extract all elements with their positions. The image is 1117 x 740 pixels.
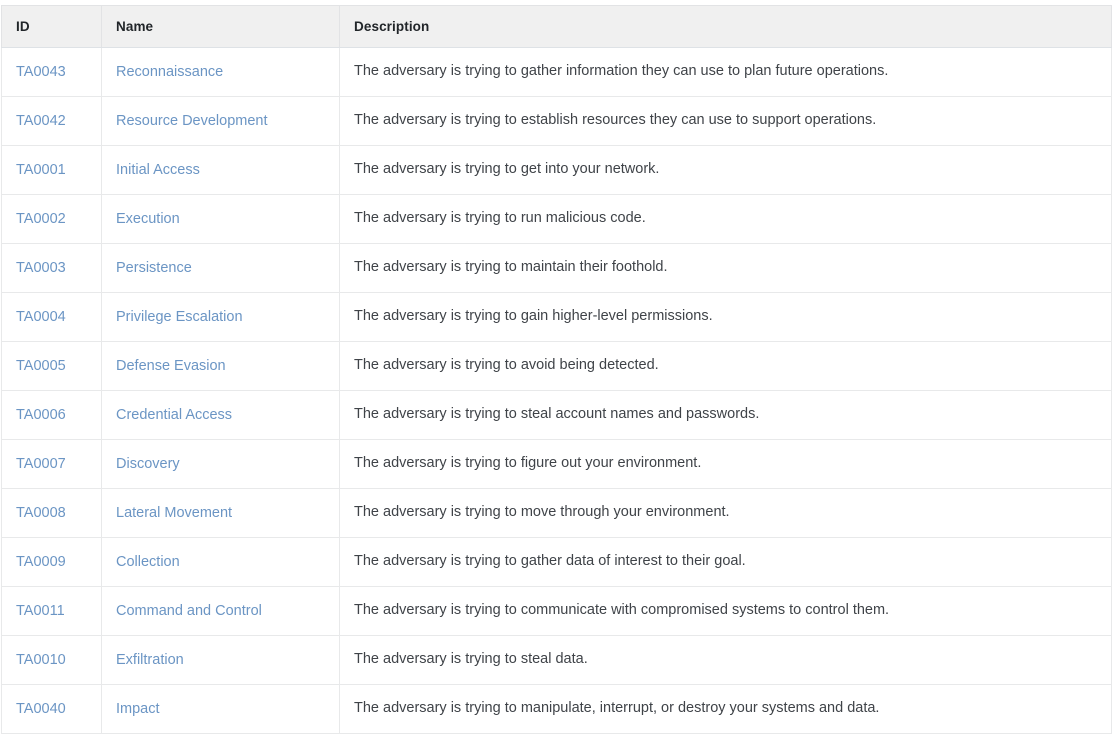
tactic-id-link[interactable]: TA0011 xyxy=(16,603,65,619)
tactic-name-link[interactable]: Initial Access xyxy=(116,162,200,178)
tactic-name-link[interactable]: Exfiltration xyxy=(116,652,184,668)
cell-name: Execution xyxy=(101,194,340,244)
cell-name: Command and Control xyxy=(101,586,340,636)
tactic-id-link[interactable]: TA0010 xyxy=(16,652,66,668)
table-row: TA0043 Reconnaissance The adversary is try… xyxy=(1,47,1112,97)
tactic-id-link[interactable]: TA0002 xyxy=(16,211,66,227)
cell-description: The adversary is trying to communicate w… xyxy=(339,586,1112,636)
column-header-description[interactable]: Description xyxy=(339,5,1112,48)
tactic-id-link[interactable]: TA0008 xyxy=(16,505,66,521)
cell-description: The adversary is trying to run malicious… xyxy=(339,194,1112,244)
cell-name: Defense Evasion xyxy=(101,341,340,391)
table-row: TA0001 Initial Access The adversary is try… xyxy=(1,145,1112,195)
table-row: TA0042 Resource Development The adversary … xyxy=(1,96,1112,146)
tactic-id-link[interactable]: TA0040 xyxy=(16,701,66,717)
table-row: TA0008 Lateral Movement The adversary is t… xyxy=(1,488,1112,538)
tactic-name-link[interactable]: Collection xyxy=(116,554,180,570)
cell-id: TA0008 xyxy=(1,488,102,538)
table-header: ID Name Description xyxy=(1,5,1112,48)
table-row: TA0006 Credential Access The adversary is … xyxy=(1,390,1112,440)
tactic-id-link[interactable]: TA0009 xyxy=(16,554,66,570)
tactic-id-link[interactable]: TA0001 xyxy=(16,162,66,178)
tactic-name-link[interactable]: Resource Development xyxy=(116,113,268,129)
cell-name: Initial Access xyxy=(101,145,340,195)
tactic-name-link[interactable]: Lateral Movement xyxy=(116,505,232,521)
tactic-id-link[interactable]: TA0042 xyxy=(16,113,66,129)
table-row: TA0040 Impact The adversary is trying to m… xyxy=(1,684,1112,734)
cell-id: TA0006 xyxy=(1,390,102,440)
table-row: TA0004 Privilege Escalation The adversary … xyxy=(1,292,1112,342)
tactic-name-link[interactable]: Defense Evasion xyxy=(116,358,226,374)
table-row: TA0009 Collection The adversary is trying … xyxy=(1,537,1112,587)
cell-name: Lateral Movement xyxy=(101,488,340,538)
cell-name: Resource Development xyxy=(101,96,340,146)
tactic-id-link[interactable]: TA0005 xyxy=(16,358,66,374)
cell-id: TA0040 xyxy=(1,684,102,734)
table-row: TA0011 Command and Control The adversary i… xyxy=(1,586,1112,636)
tactic-name-link[interactable]: Privilege Escalation xyxy=(116,309,243,325)
cell-name: Impact xyxy=(101,684,340,734)
table-body: TA0043 Reconnaissance The adversary is try… xyxy=(1,47,1112,734)
table-row: TA0002 Execution The adversary is trying t… xyxy=(1,194,1112,244)
cell-description: The adversary is trying to avoid being d… xyxy=(339,341,1112,391)
cell-id: TA0011 xyxy=(1,586,102,636)
cell-description: The adversary is trying to gather inform… xyxy=(339,47,1112,97)
page-container: ID Name Description TA0043 Reconnaissance… xyxy=(0,0,1117,740)
tactic-name-link[interactable]: Impact xyxy=(116,701,160,717)
cell-name: Collection xyxy=(101,537,340,587)
cell-name: Credential Access xyxy=(101,390,340,440)
cell-description: The adversary is trying to figure out yo… xyxy=(339,439,1112,489)
tactic-name-link[interactable]: Execution xyxy=(116,211,180,227)
cell-id: TA0043 xyxy=(1,47,102,97)
tactic-id-link[interactable]: TA0043 xyxy=(16,64,66,80)
cell-id: TA0042 xyxy=(1,96,102,146)
cell-name: Persistence xyxy=(101,243,340,293)
cell-description: The adversary is trying to move through … xyxy=(339,488,1112,538)
cell-name: Privilege Escalation xyxy=(101,292,340,342)
cell-id: TA0001 xyxy=(1,145,102,195)
cell-id: TA0003 xyxy=(1,243,102,293)
cell-name: Exfiltration xyxy=(101,635,340,685)
tactic-id-link[interactable]: TA0004 xyxy=(16,309,66,325)
cell-description: The adversary is trying to gather data o… xyxy=(339,537,1112,587)
table-row: TA0007 Discovery The adversary is trying t… xyxy=(1,439,1112,489)
column-header-id[interactable]: ID xyxy=(1,5,102,48)
tactic-id-link[interactable]: TA0007 xyxy=(16,456,66,472)
cell-description: The adversary is trying to get into your… xyxy=(339,145,1112,195)
cell-id: TA0009 xyxy=(1,537,102,587)
tactic-name-link[interactable]: Command and Control xyxy=(116,603,262,619)
cell-id: TA0002 xyxy=(1,194,102,244)
tactic-id-link[interactable]: TA0006 xyxy=(16,407,66,423)
cell-id: TA0004 xyxy=(1,292,102,342)
cell-description: The adversary is trying to maintain thei… xyxy=(339,243,1112,293)
cell-description: The adversary is trying to manipulate, i… xyxy=(339,684,1112,734)
cell-id: TA0010 xyxy=(1,635,102,685)
cell-name: Reconnaissance xyxy=(101,47,340,97)
tactics-table: ID Name Description TA0043 Reconnaissance… xyxy=(1,5,1112,734)
cell-description: The adversary is trying to steal account… xyxy=(339,390,1112,440)
table-row: TA0010 Exfiltration The adversary is tryin… xyxy=(1,635,1112,685)
tactic-name-link[interactable]: Persistence xyxy=(116,260,192,276)
cell-id: TA0005 xyxy=(1,341,102,391)
cell-description: The adversary is trying to establish res… xyxy=(339,96,1112,146)
cell-description: The adversary is trying to steal data. xyxy=(339,635,1112,685)
cell-name: Discovery xyxy=(101,439,340,489)
column-header-name[interactable]: Name xyxy=(101,5,340,48)
tactic-name-link[interactable]: Reconnaissance xyxy=(116,64,223,80)
table-row: TA0003 Persistence The adversary is trying… xyxy=(1,243,1112,293)
tactic-name-link[interactable]: Credential Access xyxy=(116,407,232,423)
table-header-row: ID Name Description xyxy=(1,5,1112,48)
tactic-id-link[interactable]: TA0003 xyxy=(16,260,66,276)
tactic-name-link[interactable]: Discovery xyxy=(116,456,180,472)
cell-description: The adversary is trying to gain higher-l… xyxy=(339,292,1112,342)
cell-id: TA0007 xyxy=(1,439,102,489)
table-row: TA0005 Defense Evasion The adversary is tr… xyxy=(1,341,1112,391)
